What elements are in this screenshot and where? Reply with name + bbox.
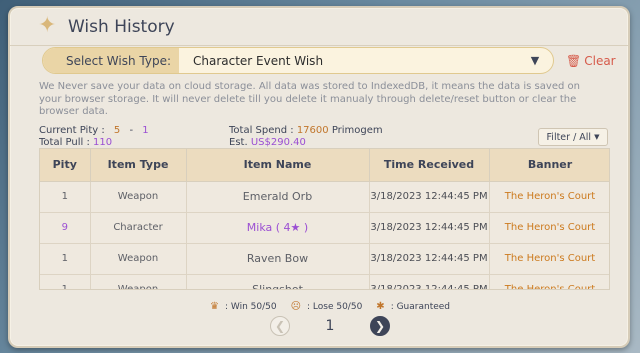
table-row: 1 Weapon Emerald Orb 3/18/2023 12:44:45 … [40,181,609,213]
storage-notice: We Never save your data on cloud storage… [39,81,580,117]
cell-pity: 9 [40,212,91,244]
total-pull: Total Pull : 110 [39,137,112,148]
total-pull-label: Total Pull : [39,137,90,148]
next-page-button[interactable]: ❯ [369,316,390,336]
cell-type: Weapon [90,243,187,275]
wish-type-label: Select Wish Type: [43,48,179,73]
col-time-received: Time Received [369,149,490,182]
total-spend-value: 17600 [296,125,329,136]
cell-banner: The Heron's Court [489,181,609,213]
cell-time: 3/18/2023 12:44:45 PM [369,181,490,213]
page-title: Wish History [68,17,175,37]
page-number: 1 [325,318,335,334]
wish-history-dialog: ✦ Wish History Select Wish Type: Charact… [8,6,630,348]
cell-banner: The Heron's Court [489,274,609,289]
total-spend: Total Spend : 17600 Primogem [229,125,383,136]
current-pity-5star: 5 [113,125,121,136]
sparkle-icon: ✦ [38,13,57,38]
col-item-type: Item Type [90,149,187,182]
cell-type: Character [90,212,187,244]
cell-name: Emerald Orb [186,181,370,213]
current-pity-label: Current Pity : [39,125,105,136]
legend-lose: : Lose 50/50 [307,301,363,312]
cell-banner: The Heron's Court [489,212,609,244]
est-label: Est. [229,137,248,148]
cell-pity: 1 [40,274,91,289]
table-row: 1 Weapon Raven Bow 3/18/2023 12:44:45 PM… [40,243,609,275]
trash-icon: 🗑 [566,54,582,68]
cell-banner: The Heron's Court [489,243,609,275]
filter-button[interactable]: Filter / All ▼ [538,128,608,146]
current-pity: Current Pity : 5 - 1 [39,125,149,136]
wish-table[interactable]: Pity Item Type Item Name Time Received B… [39,148,610,290]
col-pity: Pity [40,149,91,182]
col-item-name: Item Name [186,149,370,182]
cell-time: 3/18/2023 12:44:45 PM [369,274,490,289]
cell-time: 3/18/2023 12:44:45 PM [369,212,490,244]
wish-type-value[interactable]: Character Event Wish [179,54,523,68]
filter-label: Filter / All [546,131,592,143]
current-pity-4star: 1 [142,125,149,136]
title-bar: ✦ Wish History [10,8,628,46]
cell-type: Weapon [90,181,187,213]
total-spend-unit: Primogem [331,125,383,136]
cell-pity: 1 [40,243,91,275]
star-icon: ✱ [376,301,385,312]
cell-name: Slingshot [186,274,370,289]
caret-down-icon: ▼ [594,133,600,141]
chevron-down-icon[interactable]: ▼ [523,54,547,67]
col-banner: Banner [489,149,609,182]
legend-guaranteed: : Guaranteed [390,301,451,312]
estimated-cost: Est. US$290.40 [229,137,306,148]
cell-type: Weapon [90,274,187,289]
clear-label: Clear [584,54,616,68]
total-pull-value: 110 [93,137,113,148]
legend: ♛ : Win 50/50 ☹ : Lose 50/50 ✱ : Guarant… [210,301,450,312]
table-row: 1 Weapon Slingshot 3/18/2023 12:44:45 PM… [40,274,609,289]
est-value: US$290.40 [250,137,306,148]
table-row: 9 Character Mika ( 4★ ) 3/18/2023 12:44:… [40,212,609,244]
cell-name: Mika ( 4★ ) [186,212,370,244]
crown-icon: ♛ [210,301,219,312]
cell-pity: 1 [40,181,91,213]
cell-name: Raven Bow [186,243,370,275]
clear-button[interactable]: 🗑 Clear [566,54,616,68]
prev-page-button[interactable]: ❮ [270,316,290,336]
pagination: ❮ 1 ❯ [270,314,390,338]
legend-win: : Win 50/50 [224,301,277,312]
current-pity-sep: - [129,125,134,136]
cell-time: 3/18/2023 12:44:45 PM [369,243,490,275]
sad-face-icon: ☹ [290,301,302,312]
wish-type-select[interactable]: Select Wish Type: Character Event Wish ▼ [42,47,554,74]
table-header-row: Pity Item Type Item Name Time Received B… [40,149,609,182]
total-spend-label: Total Spend : [229,125,294,136]
